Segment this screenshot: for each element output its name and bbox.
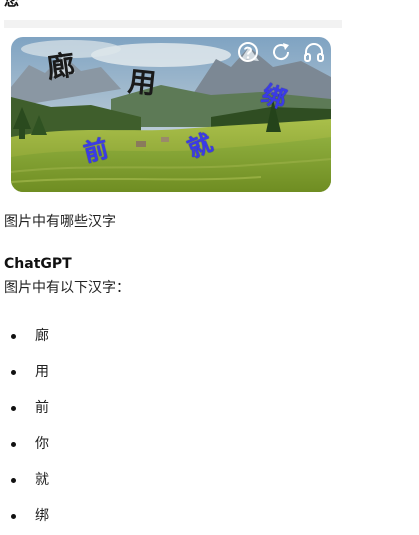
bullet-icon bbox=[11, 442, 16, 447]
bullet-icon bbox=[11, 514, 16, 519]
message-divider bbox=[4, 20, 342, 28]
list-item-text: 就 bbox=[35, 472, 49, 488]
bullet-icon bbox=[11, 370, 16, 375]
list-item: 廊 bbox=[0, 326, 200, 362]
captcha-glyph: 用 bbox=[126, 64, 158, 101]
captcha-image[interactable]: 廊 用 绑 前 就 bbox=[11, 37, 331, 192]
refresh-icon[interactable] bbox=[270, 41, 292, 63]
headphones-icon[interactable] bbox=[303, 41, 325, 63]
bullet-icon bbox=[11, 478, 16, 483]
list-item: 用 bbox=[0, 362, 200, 398]
user-label: 您 bbox=[4, 0, 20, 9]
chat-page: 您 廊 用 绑 前 就 图片中有哪些汉字 ChatGPT 图片中有以下汉字： 廊… bbox=[0, 0, 419, 535]
help-circle-icon[interactable] bbox=[237, 41, 259, 63]
captcha-glyph: 廊 bbox=[44, 48, 78, 85]
list-item-text: 用 bbox=[35, 364, 49, 380]
assistant-name: ChatGPT bbox=[4, 256, 72, 272]
list-item-text: 前 bbox=[35, 400, 49, 416]
bullet-icon bbox=[11, 334, 16, 339]
answer-list: 廊 用 前 你 就 绑 bbox=[0, 326, 200, 535]
list-item-text: 廊 bbox=[35, 328, 49, 344]
user-question: 图片中有哪些汉字 bbox=[4, 214, 116, 230]
answer-intro: 图片中有以下汉字： bbox=[4, 280, 130, 296]
list-item-text: 你 bbox=[35, 436, 49, 452]
list-item: 就 bbox=[0, 470, 200, 506]
list-item: 前 bbox=[0, 398, 200, 434]
bullet-icon bbox=[11, 406, 16, 411]
list-item: 绑 bbox=[0, 506, 200, 535]
list-item: 你 bbox=[0, 434, 200, 470]
list-item-text: 绑 bbox=[35, 508, 49, 524]
